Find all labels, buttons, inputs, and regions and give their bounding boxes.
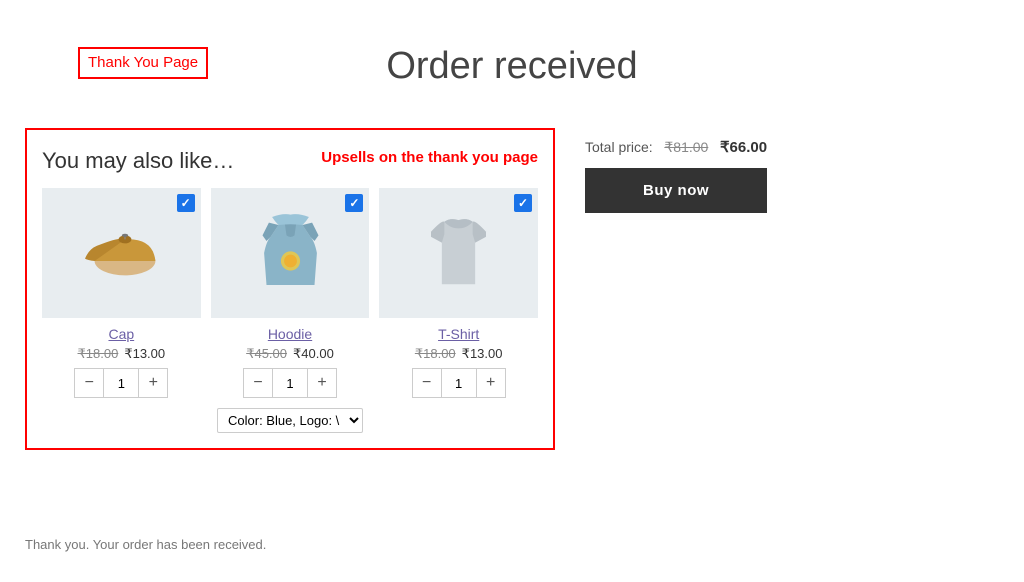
total-new-price: ₹66.00 — [720, 139, 767, 156]
total-price-row: Total price: ₹81.00 ₹66.00 — [585, 138, 767, 156]
thank-you-page-label: Thank You Page — [78, 47, 208, 79]
product-image-cap — [42, 188, 201, 318]
price-row-hoodie: ₹45.00 ₹40.00 — [246, 346, 334, 362]
total-label: Total price: — [585, 139, 653, 155]
qty-input-tshirt[interactable] — [441, 369, 477, 397]
qty-plus-cap[interactable]: + — [139, 369, 167, 397]
right-panel: Total price: ₹81.00 ₹66.00 Buy now — [585, 128, 767, 213]
price-new-hoodie: ₹40.00 — [293, 346, 334, 362]
buy-now-button[interactable]: Buy now — [585, 168, 767, 213]
price-new-tshirt: ₹13.00 — [462, 346, 503, 362]
product-card-hoodie: Hoodie ₹45.00 ₹40.00 − + — [211, 188, 370, 398]
product-image-hoodie — [211, 188, 370, 318]
qty-minus-tshirt[interactable]: − — [413, 369, 441, 397]
qty-row-tshirt: − + — [412, 368, 506, 398]
price-row-cap: ₹18.00 ₹13.00 — [78, 346, 166, 362]
qty-minus-cap[interactable]: − — [75, 369, 103, 397]
product-name-cap[interactable]: Cap — [108, 326, 134, 342]
thank-you-message: Thank you. Your order has been received. — [25, 537, 266, 552]
product-name-hoodie[interactable]: Hoodie — [268, 326, 312, 342]
upsells-header: You may also like… Upsells on the thank … — [42, 148, 538, 174]
price-old-tshirt: ₹18.00 — [415, 346, 456, 362]
products-row: Cap ₹18.00 ₹13.00 − + — [42, 188, 538, 398]
hoodie-icon — [253, 213, 328, 293]
main-content: You may also like… Upsells on the thank … — [0, 118, 1024, 470]
product-card-cap: Cap ₹18.00 ₹13.00 − + — [42, 188, 201, 398]
product-checkbox-tshirt[interactable] — [514, 194, 532, 212]
price-row-tshirt: ₹18.00 ₹13.00 — [415, 346, 503, 362]
qty-row-cap: − + — [74, 368, 168, 398]
price-new-cap: ₹13.00 — [124, 346, 165, 362]
cap-icon — [81, 223, 161, 283]
product-card-tshirt: T-Shirt ₹18.00 ₹13.00 − + — [379, 188, 538, 398]
color-dropdown-row: Color: Blue, Logo: \ — [42, 408, 538, 433]
qty-plus-hoodie[interactable]: + — [308, 369, 336, 397]
tshirt-icon — [421, 213, 496, 293]
qty-plus-tshirt[interactable]: + — [477, 369, 505, 397]
product-name-tshirt[interactable]: T-Shirt — [438, 326, 479, 342]
product-image-tshirt — [379, 188, 538, 318]
upsells-annotation: Upsells on the thank you page — [321, 148, 538, 168]
total-old-price: ₹81.00 — [664, 139, 708, 155]
qty-minus-hoodie[interactable]: − — [244, 369, 272, 397]
qty-input-cap[interactable] — [103, 369, 139, 397]
qty-input-hoodie[interactable] — [272, 369, 308, 397]
product-checkbox-hoodie[interactable] — [345, 194, 363, 212]
product-checkbox-cap[interactable] — [177, 194, 195, 212]
qty-row-hoodie: − + — [243, 368, 337, 398]
price-old-cap: ₹18.00 — [78, 346, 119, 362]
you-may-like-title: You may also like… — [42, 148, 234, 174]
upsells-box: You may also like… Upsells on the thank … — [25, 128, 555, 450]
color-dropdown[interactable]: Color: Blue, Logo: \ — [217, 408, 363, 433]
price-old-hoodie: ₹45.00 — [246, 346, 287, 362]
